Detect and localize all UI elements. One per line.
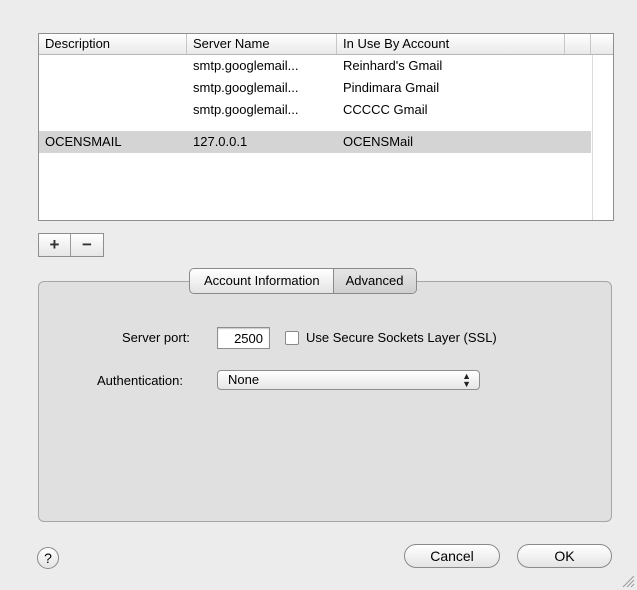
tab-panel: [38, 281, 612, 522]
cancel-button[interactable]: Cancel: [404, 544, 500, 568]
column-header-description[interactable]: Description: [39, 34, 187, 54]
server-table[interactable]: Description Server Name In Use By Accoun…: [38, 33, 614, 221]
cell-account: OCENSMail: [343, 134, 414, 149]
tab-bar: Account Information Advanced: [189, 268, 418, 294]
table-row[interactable]: smtp.googlemail... Pindimara Gmail: [39, 77, 591, 99]
cell-description: OCENSMAIL: [45, 134, 122, 149]
ssl-label[interactable]: Use Secure Sockets Layer (SSL): [306, 330, 497, 345]
help-icon: ?: [44, 550, 52, 566]
table-row[interactable]: smtp.googlemail... CCCCC Gmail: [39, 99, 591, 121]
authentication-value: None: [228, 372, 260, 387]
cell-server-name: smtp.googlemail...: [193, 102, 299, 117]
ok-button[interactable]: OK: [517, 544, 612, 568]
remove-server-button[interactable]: −: [71, 234, 103, 256]
cell-account: Pindimara Gmail: [343, 80, 440, 95]
updown-arrows-icon: ▲ ▼: [462, 371, 471, 389]
tab-advanced[interactable]: Advanced: [333, 269, 417, 293]
cell-account: CCCCC Gmail: [343, 102, 428, 117]
server-port-input[interactable]: [217, 327, 270, 349]
tab-account-information[interactable]: Account Information: [190, 269, 334, 293]
column-header-server-name[interactable]: Server Name: [187, 34, 337, 54]
authentication-label: Authentication:: [97, 373, 184, 388]
help-button[interactable]: ?: [37, 547, 59, 569]
table-row[interactable]: smtp.googlemail... Reinhard's Gmail: [39, 55, 591, 77]
authentication-select[interactable]: None ▲ ▼: [217, 370, 480, 390]
cell-server-name: 127.0.0.1: [193, 134, 248, 149]
table-row-selected[interactable]: OCENSMAIL 127.0.0.1 OCENSMail: [39, 131, 591, 153]
cell-account: Reinhard's Gmail: [343, 58, 443, 73]
column-header-account[interactable]: In Use By Account: [337, 34, 565, 54]
cell-server-name: smtp.googlemail...: [193, 80, 299, 95]
ssl-checkbox[interactable]: [285, 331, 299, 345]
table-header: Description Server Name In Use By Accoun…: [39, 34, 613, 55]
resize-grip-icon[interactable]: [621, 574, 635, 588]
table-scrollbar[interactable]: [592, 55, 613, 220]
server-port-label: Server port:: [122, 330, 190, 345]
add-server-button[interactable]: +: [39, 234, 71, 256]
column-header-extra: [565, 34, 591, 54]
cell-server-name: smtp.googlemail...: [193, 58, 299, 73]
add-remove-buttons: + −: [38, 233, 104, 257]
